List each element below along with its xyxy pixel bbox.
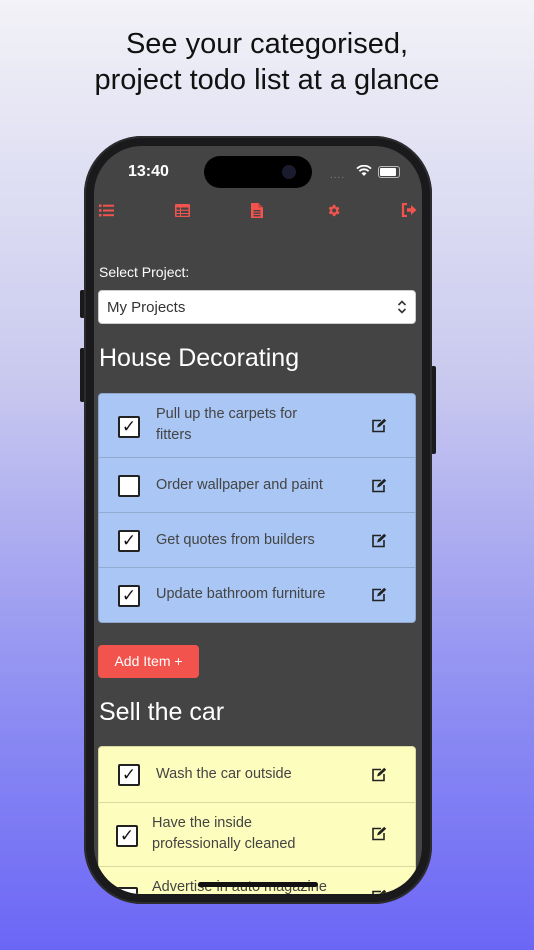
list-item: ✓ Wash the car outside [99,747,415,803]
status-bar: 13:40 .... [94,146,422,196]
wifi-icon [356,165,372,176]
item-checkbox[interactable] [118,475,140,497]
item-text: Update bathroom furniture [156,586,326,602]
edit-icon[interactable] [371,478,387,493]
headline-line-2: project todo list at a glance [94,64,440,96]
item-text: Have the inside professionally cleaned [152,815,296,852]
select-project-label: Select Project: [99,264,190,280]
todo-list-sell-the-car: ✓ Wash the car outside ✓ Have the inside… [98,746,416,894]
section-title-sell-the-car: Sell the car [99,698,225,726]
headline-line-1: See your categorised, [125,28,409,60]
list-item: ✓ Get quotes from builders [99,513,415,568]
list-icon[interactable] [96,200,116,220]
table-icon[interactable] [172,200,192,220]
edit-icon[interactable] [371,533,387,548]
item-checkbox[interactable]: ✓ [118,764,140,786]
item-text: Wash the car outside [156,766,292,782]
home-indicator [198,882,318,887]
item-checkbox[interactable] [116,887,138,894]
item-checkbox[interactable]: ✓ [118,416,140,438]
dynamic-island [204,156,312,188]
add-item-button[interactable]: Add Item + [98,645,199,678]
headline: See your categorised, project todo list … [0,26,534,98]
item-text: Get quotes from builders [156,532,315,548]
project-select-value: My Projects [107,299,186,316]
todo-list-house-decorating: ✓ Pull up the carpets for fitters Order … [98,393,416,623]
item-checkbox[interactable]: ✓ [118,530,140,552]
file-icon[interactable] [247,200,267,220]
item-text: Pull up the carpets for fitters [156,406,298,443]
edit-icon[interactable] [371,767,387,782]
nav-bar [94,200,422,220]
list-item: Order wallpaper and paint [99,458,415,513]
project-select[interactable]: My Projects [98,290,416,324]
list-item: Advertise in auto magazine [99,867,415,894]
signal-icon: .... [330,170,346,181]
list-item: ✓ Pull up the carpets for fitters [99,394,415,458]
status-time: 13:40 [128,163,169,180]
chevron-up-down-icon [397,300,407,314]
edit-icon[interactable] [371,889,387,894]
gear-icon[interactable] [323,200,343,220]
edit-icon[interactable] [371,418,387,433]
list-item: ✓ Have the inside professionally cleaned [99,803,415,867]
camera-icon [282,165,296,179]
phone-screen: 13:40 .... Select Project: My Projects H… [94,146,422,894]
item-checkbox[interactable]: ✓ [118,585,140,607]
edit-icon[interactable] [371,587,387,602]
edit-icon[interactable] [371,826,387,841]
item-text: Order wallpaper and paint [156,477,323,493]
battery-icon [378,166,400,178]
sign-out-icon[interactable] [399,200,419,220]
item-checkbox[interactable]: ✓ [116,825,138,847]
list-item: ✓ Update bathroom furniture [99,568,415,622]
section-title-house-decorating: House Decorating [99,344,300,372]
